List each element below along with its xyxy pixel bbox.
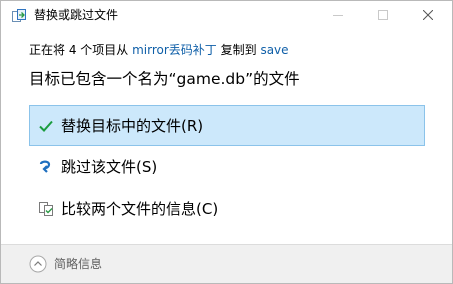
title-bar[interactable]: 替换或跳过文件 xyxy=(1,1,452,29)
maximize-icon xyxy=(378,10,388,20)
fewer-details-label: 简略信息 xyxy=(54,257,103,271)
progress-prefix: 正在将 4 个项目从 xyxy=(29,43,133,57)
replace-file-label: 替换目标中的文件(R) xyxy=(61,117,204,135)
dialog-footer: 简略信息 xyxy=(1,244,452,283)
maximize-button[interactable] xyxy=(360,1,406,29)
minimize-button[interactable] xyxy=(315,1,361,29)
replace-file-option[interactable]: 替换目标中的文件(R) xyxy=(29,105,425,146)
skip-arrow-icon xyxy=(39,160,51,173)
dialog-content: 正在将 4 个项目从 mirror丢码补丁 复制到 save 目标已包含一个名为… xyxy=(1,29,452,245)
close-button[interactable] xyxy=(405,1,451,29)
source-folder-link[interactable]: mirror丢码补丁 xyxy=(132,43,217,57)
chevron-up-icon xyxy=(29,255,47,273)
replace-or-skip-dialog: 替换或跳过文件 正在将 4 个项目从 mirror丢码补丁 复制到 save 目… xyxy=(0,0,453,284)
skip-file-label: 跳过该文件(S) xyxy=(61,158,158,176)
close-icon xyxy=(423,10,433,20)
copy-progress-text: 正在将 4 个项目从 mirror丢码补丁 复制到 save xyxy=(29,42,289,58)
window-title: 替换或跳过文件 xyxy=(34,8,119,22)
conflict-heading: 目标已包含一个名为“game.db”的文件 xyxy=(29,70,300,88)
compare-files-icon xyxy=(39,202,53,216)
skip-file-option[interactable]: 跳过该文件(S) xyxy=(29,146,425,187)
compare-files-label: 比较两个文件的信息(C) xyxy=(61,200,219,218)
checkmark-icon xyxy=(39,120,53,132)
progress-middle: 复制到 xyxy=(216,43,261,57)
copy-files-icon xyxy=(12,9,26,22)
compare-files-option[interactable]: 比较两个文件的信息(C) xyxy=(29,188,425,229)
destination-folder-link[interactable]: save xyxy=(260,43,288,57)
minimize-icon xyxy=(333,15,343,16)
